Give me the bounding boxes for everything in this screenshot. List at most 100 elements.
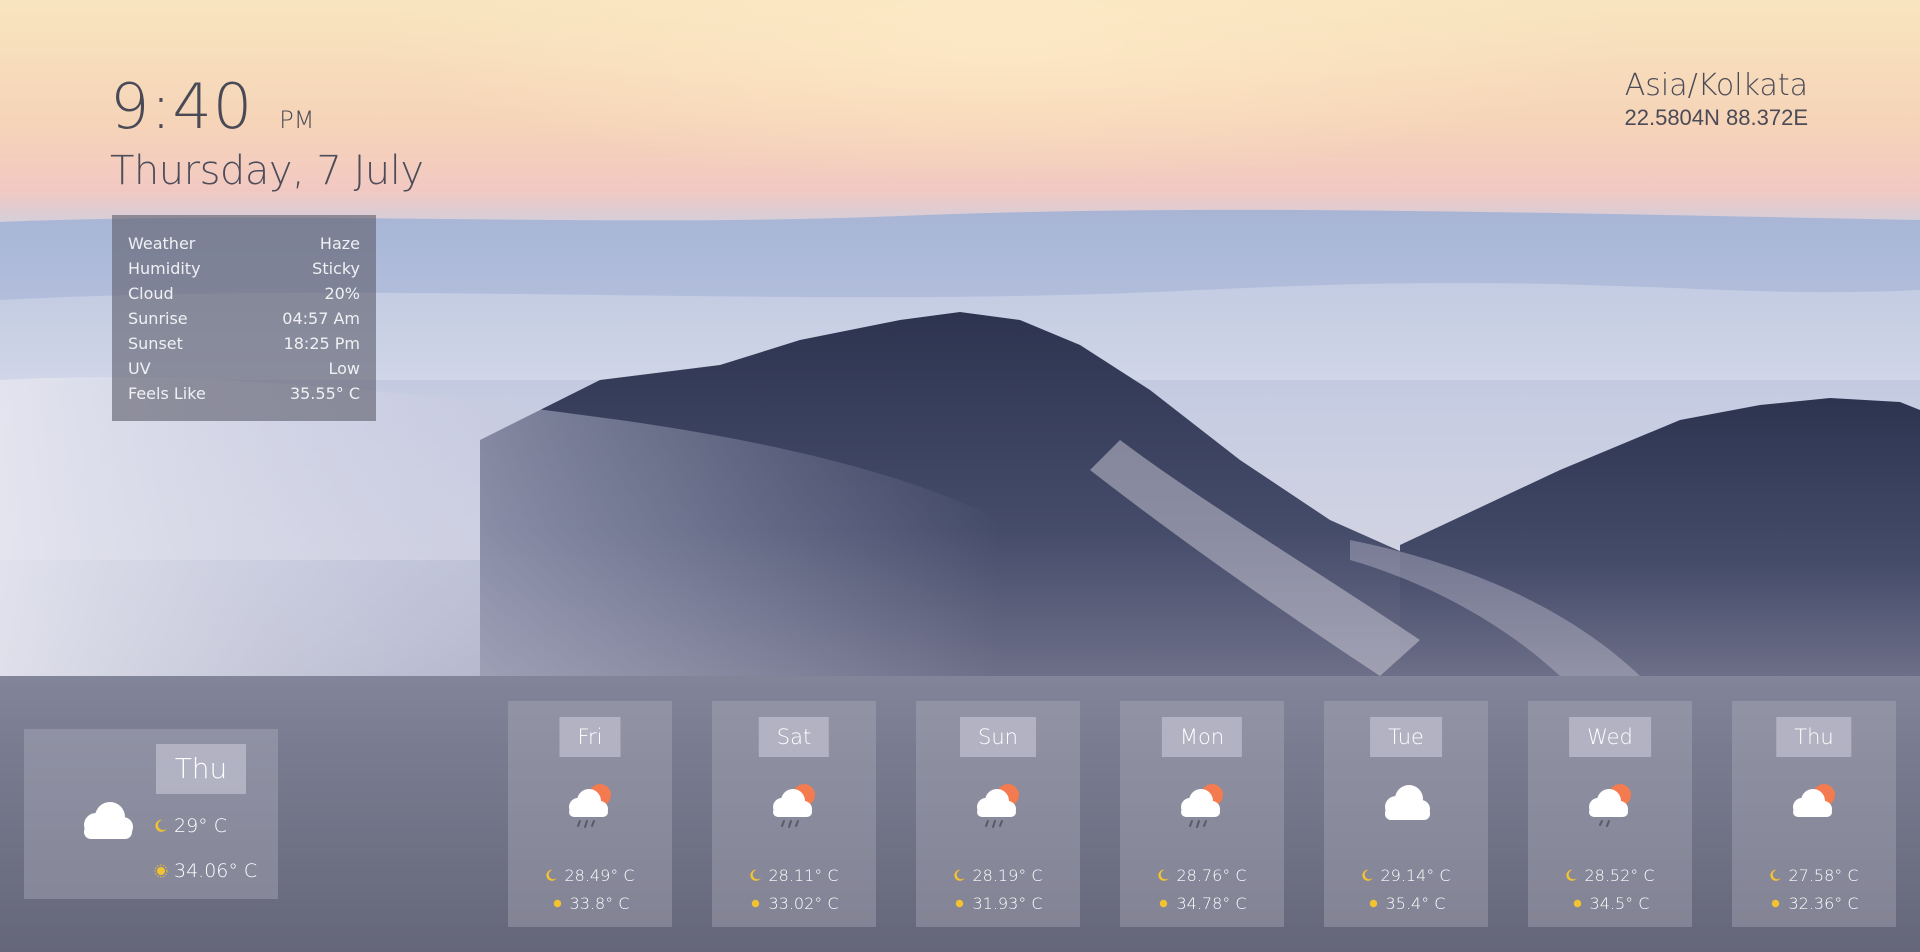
night-temp-value: 28.76° C bbox=[1176, 865, 1247, 885]
detail-label: UV bbox=[128, 359, 151, 378]
day-temp: 35.4° C bbox=[1367, 889, 1446, 917]
forecast-card-fri: Fri 28.49° C 33.8° C bbox=[508, 701, 672, 927]
moon-icon bbox=[155, 819, 167, 832]
detail-label: Feels Like bbox=[128, 384, 206, 403]
forecast-temps: 28.76° C 34.78° C bbox=[1120, 861, 1284, 917]
cloud-sun-icon bbox=[1786, 779, 1842, 835]
sun-icon bbox=[154, 864, 168, 878]
detail-label: Humidity bbox=[128, 259, 201, 278]
day-temp-value: 34.06° C bbox=[174, 860, 258, 882]
detail-row-humidity: Humidity Sticky bbox=[128, 256, 360, 281]
today-day-temp: 34.06° C bbox=[154, 860, 257, 882]
day-temp: 33.8° C bbox=[551, 889, 630, 917]
night-temp-value: 29.14° C bbox=[1380, 865, 1451, 885]
detail-label: Weather bbox=[128, 234, 196, 253]
forecast-temps: 28.11° C 33.02° C bbox=[712, 861, 876, 917]
moon-icon bbox=[954, 869, 966, 881]
cloud-sun-rain-icon bbox=[766, 779, 822, 835]
forecast-card-mon: Mon 28.76° C 34.78° C bbox=[1120, 701, 1284, 927]
moon-icon bbox=[546, 869, 558, 881]
forecast-temps: 28.49° C 33.8° C bbox=[508, 861, 672, 917]
sun-icon bbox=[1369, 899, 1377, 907]
cloud-icon bbox=[1376, 779, 1436, 831]
sun-icon bbox=[956, 899, 964, 907]
cloud-sun-rain-icon bbox=[1174, 779, 1230, 835]
cloud-icon bbox=[74, 797, 138, 849]
night-temp-value: 27.58° C bbox=[1788, 865, 1859, 885]
night-temp: 28.11° C bbox=[749, 861, 839, 889]
cloud-sun-rain-icon bbox=[1582, 779, 1638, 835]
today-card: Thu 29° C 34.06° C bbox=[24, 729, 278, 899]
forecast-temps: 29.14° C 35.4° C bbox=[1324, 861, 1488, 917]
forecast-card-tue: Tue 29.14° C 35.4° C bbox=[1324, 701, 1488, 927]
detail-row-cloud: Cloud 20% bbox=[128, 281, 360, 306]
moon-icon bbox=[750, 869, 762, 881]
night-temp-value: 28.49° C bbox=[564, 865, 635, 885]
day-temp-value: 31.93° C bbox=[972, 893, 1043, 913]
detail-value: Low bbox=[328, 359, 360, 378]
forecast-temps: 28.19° C 31.93° C bbox=[916, 861, 1080, 917]
moon-icon bbox=[1362, 869, 1374, 881]
sun-icon bbox=[553, 899, 561, 907]
night-temp-value: 28.11° C bbox=[768, 865, 839, 885]
forecast-card-sat: Sat 28.11° C 33.02° C bbox=[712, 701, 876, 927]
day-temp-value: 33.02° C bbox=[768, 893, 839, 913]
night-temp-value: 28.19° C bbox=[972, 865, 1043, 885]
day-temp: 34.5° C bbox=[1571, 889, 1650, 917]
detail-row-sunset: Sunset 18:25 Pm bbox=[128, 331, 360, 356]
coordinates-label: 22.5804N 88.372E bbox=[1624, 105, 1809, 130]
night-temp: 28.49° C bbox=[545, 861, 635, 889]
cloud-sun-rain-icon bbox=[562, 779, 618, 835]
moon-icon bbox=[1566, 869, 1578, 881]
today-night-temp: 29° C bbox=[154, 815, 227, 837]
forecast-day-label: Mon bbox=[1161, 717, 1243, 757]
night-temp: 27.58° C bbox=[1769, 861, 1859, 889]
forecast-day-label: Sun bbox=[960, 717, 1036, 757]
current-date: Thursday, 7 July bbox=[110, 148, 424, 194]
detail-label: Sunset bbox=[128, 334, 183, 353]
location-info: Asia/Kolkata 22.5804N 88.372E bbox=[1625, 68, 1809, 131]
day-temp: 33.02° C bbox=[749, 889, 839, 917]
forecast-day-label: Fri bbox=[559, 717, 621, 757]
detail-value: 04:57 Am bbox=[282, 309, 360, 328]
detail-row-uv: UV Low bbox=[128, 356, 360, 381]
detail-label: Cloud bbox=[128, 284, 174, 303]
detail-row-weather: Weather Haze bbox=[128, 231, 360, 256]
forecast-day-label: Wed bbox=[1569, 717, 1651, 757]
forecast-day-label: Tue bbox=[1370, 717, 1442, 757]
weather-dashboard: 9:40 PM Thursday, 7 July Weather Haze Hum… bbox=[0, 0, 1920, 952]
sun-icon bbox=[752, 899, 760, 907]
detail-value: Haze bbox=[319, 234, 360, 253]
forecast-temps: 27.58° C 32.36° C bbox=[1732, 861, 1896, 917]
forecast-card-sun: Sun 28.19° C 31.93° C bbox=[916, 701, 1080, 927]
night-temp: 28.76° C bbox=[1157, 861, 1247, 889]
detail-value: 35.55° C bbox=[289, 384, 360, 403]
forecast-day-label: Sat bbox=[758, 717, 830, 757]
timezone-label: Asia/Kolkata bbox=[1624, 68, 1808, 103]
sun-icon bbox=[1160, 899, 1168, 907]
day-temp-value: 35.4° C bbox=[1385, 893, 1446, 913]
sun-icon bbox=[1772, 899, 1780, 907]
moon-icon bbox=[1770, 869, 1782, 881]
clock-ampm: PM bbox=[279, 106, 315, 134]
day-temp-value: 34.5° C bbox=[1589, 893, 1650, 913]
sun-icon bbox=[1573, 899, 1581, 907]
forecast-card-wed: Wed 28.52° C 34.5° C bbox=[1528, 701, 1692, 927]
night-temp: 28.52° C bbox=[1565, 861, 1655, 889]
forecast-temps: 28.52° C 34.5° C bbox=[1528, 861, 1692, 917]
night-temp-value: 29° C bbox=[174, 815, 227, 837]
forecast-day-label: Thu bbox=[1776, 717, 1852, 757]
cloud-sun-rain-icon bbox=[970, 779, 1026, 835]
night-temp-value: 28.52° C bbox=[1584, 865, 1655, 885]
night-temp: 28.19° C bbox=[953, 861, 1043, 889]
detail-label: Sunrise bbox=[128, 309, 188, 328]
weather-details-panel: Weather Haze Humidity Sticky Cloud 20% S… bbox=[112, 215, 376, 421]
clock-time: 9:40 bbox=[110, 70, 254, 143]
day-temp: 31.93° C bbox=[953, 889, 1043, 917]
detail-value: 18:25 Pm bbox=[283, 334, 360, 353]
moon-icon bbox=[1158, 869, 1170, 881]
detail-value: Sticky bbox=[312, 259, 360, 278]
today-day-label: Thu bbox=[156, 744, 246, 794]
day-temp-value: 33.8° C bbox=[569, 893, 630, 913]
clock: 9:40 PM bbox=[110, 70, 314, 143]
